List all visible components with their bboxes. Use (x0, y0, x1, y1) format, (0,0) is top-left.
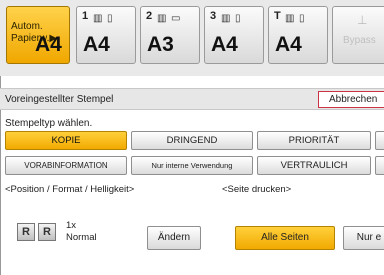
tray-t-button[interactable]: T ▥ ▯ A4 (268, 6, 328, 64)
page-title: Voreingestellter Stempel (5, 94, 114, 105)
paper-tray-bar: Autom. Papierw.▶ A4 1 ▥ ▯ A4 2 ▥ ▭ A3 3 … (0, 0, 384, 76)
auto-paper-line1: Autom. (11, 21, 43, 32)
tray-1-size: A4 (83, 33, 110, 56)
tray-3-button[interactable]: 3 ▥ ▯ A4 (204, 6, 264, 64)
stamp-kopie-button[interactable]: KOPIE (5, 131, 127, 150)
paper-orientation-icon: ▯ (107, 13, 113, 24)
stamp-preview-icon: R (17, 223, 35, 241)
tray-2-number: 2 (146, 10, 153, 22)
auto-paper-size: A4 (35, 33, 62, 56)
tray-3-number: 3 (210, 10, 217, 22)
all-pages-button[interactable]: Alle Seiten (235, 226, 335, 250)
tray-1-number: 1 (82, 10, 89, 22)
tray-t-number: T (274, 10, 281, 22)
stamp-dringend-button[interactable]: DRINGEND (131, 131, 253, 150)
print-pages-label: <Seite drucken> (222, 184, 292, 195)
tray-icon: ▥ (93, 13, 103, 24)
change-button[interactable]: Ändern (147, 226, 201, 250)
tray-icon: ▥ (285, 13, 295, 24)
stamp-preview-icon-2: R (38, 223, 56, 241)
stamp-density-value: Normal (66, 232, 97, 243)
paper-orientation-icon: ▯ (299, 13, 305, 24)
tray-icon: ▥ (221, 13, 231, 24)
paper-orientation-icon: ▭ (171, 13, 181, 24)
auto-paper-select-button[interactable]: Autom. Papierw.▶ A4 (6, 6, 70, 64)
tray-icon: ▥ (157, 13, 167, 24)
tray-3-size: A4 (211, 33, 238, 56)
stamp-size-value: 1x (66, 220, 77, 231)
stamp-more-button-2[interactable] (375, 156, 384, 175)
stamp-more-button[interactable] (375, 131, 384, 150)
stamp-nur-interne-button[interactable]: Nur interne Verwendung (131, 156, 253, 175)
stamp-vertraulich-button[interactable]: VERTRAULICH (257, 156, 371, 175)
paper-orientation-icon: ▯ (235, 13, 241, 24)
bypass-tray-button[interactable]: ⊥ Bypass (332, 6, 384, 64)
stamp-type-label: Stempeltyp wählen. (5, 118, 93, 129)
position-format-label: <Position / Format / Helligkeit> (5, 184, 135, 195)
tray-t-size: A4 (275, 33, 302, 56)
stamp-title-bar: Voreingestellter Stempel Abbrechen (0, 88, 384, 110)
stamp-prioritaet-button[interactable]: PRIORITÄT (257, 131, 371, 150)
stamp-vorabinformation-button[interactable]: VORABINFORMATION (5, 156, 127, 175)
tray-2-size: A3 (147, 33, 174, 56)
first-page-only-button[interactable]: Nur e (343, 226, 384, 250)
tray-2-button[interactable]: 2 ▥ ▭ A3 (140, 6, 200, 64)
cancel-button[interactable]: Abbrechen (318, 91, 384, 108)
tray-1-button[interactable]: 1 ▥ ▯ A4 (76, 6, 136, 64)
bypass-label: Bypass (343, 35, 376, 46)
bypass-tray-icon: ⊥ (357, 13, 368, 27)
